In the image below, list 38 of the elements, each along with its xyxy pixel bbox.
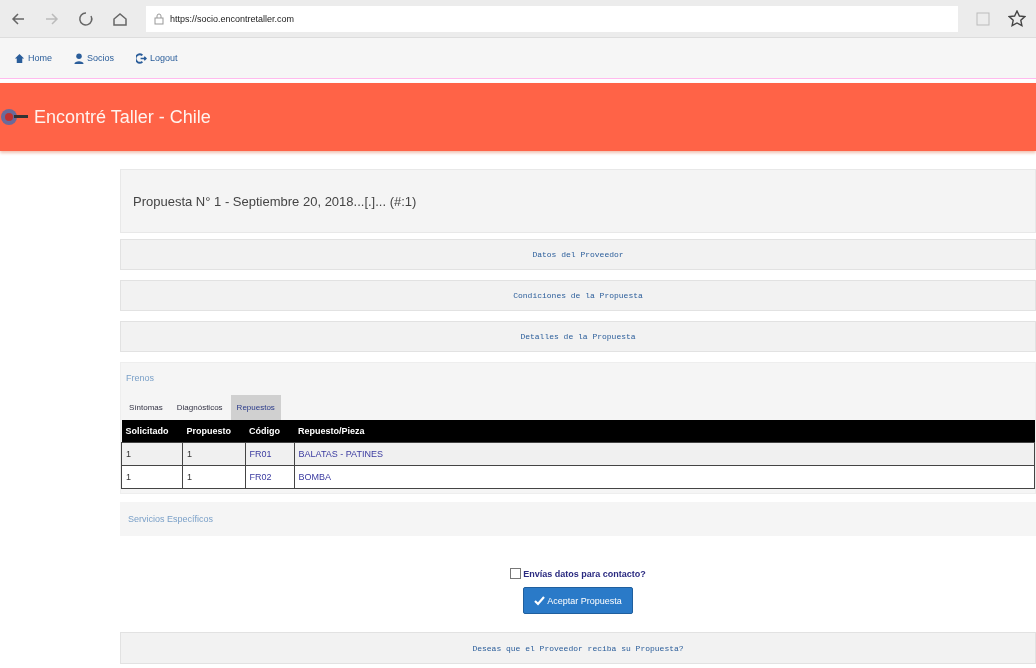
table-cell: BOMBA — [294, 465, 1035, 489]
tab[interactable]: Síntomas — [123, 395, 169, 420]
column-header: Repuesto/Pieza — [294, 420, 1035, 443]
address-bar[interactable]: https://socio.encontretaller.com — [146, 5, 958, 32]
table-cell: FR01 — [245, 442, 295, 466]
nav-link[interactable]: Logout — [136, 52, 178, 64]
checkbox-label: Envías datos para contacto? — [523, 568, 646, 579]
table-cell: 1 — [121, 465, 183, 489]
logout-icon — [136, 52, 148, 64]
accordion-header[interactable]: Datos del Proveedor — [120, 239, 1036, 270]
table-cell: BALATAS - PATINES — [294, 442, 1035, 466]
accordion-header[interactable]: Detalles de la Propuesta — [120, 321, 1036, 352]
table-cell: 1 — [121, 442, 183, 466]
table-cell: 1 — [182, 442, 246, 466]
accept-button[interactable]: Aceptar Propuesta — [523, 587, 633, 614]
column-header: Propuesto — [182, 420, 246, 443]
home-icon — [14, 52, 25, 64]
home-icon[interactable] — [112, 10, 128, 27]
checkbox[interactable] — [510, 568, 522, 579]
tab[interactable]: Repuestos — [230, 395, 281, 420]
star-icon[interactable] — [1008, 9, 1026, 28]
logo-icon — [0, 108, 30, 126]
tab[interactable]: Diagnósticos — [170, 395, 229, 420]
accordion-header[interactable]: Condiciones de la Propuesta — [120, 280, 1036, 311]
user-icon — [74, 52, 84, 64]
check-icon — [534, 595, 546, 606]
proposal-title: Propuesta N° 1 - Septiembre 20, 2018...[.]... (#:1) — [120, 169, 1036, 233]
section-title: Frenos — [125, 372, 155, 385]
reload-icon[interactable] — [78, 10, 94, 27]
column-header: Código — [245, 420, 295, 443]
back-icon[interactable] — [10, 10, 26, 27]
site-title: Encontré Taller - Chile — [34, 106, 211, 128]
accordion-header[interactable]: Deseas que el Proveedor reciba su Propuesta? — [120, 632, 1036, 664]
column-header: Solicitado — [121, 420, 183, 443]
section-title: Servicios Específicos — [128, 514, 214, 524]
nav-link[interactable]: Socios — [74, 52, 115, 64]
lock-icon — [154, 12, 164, 25]
nav-link[interactable]: Home — [14, 52, 52, 64]
